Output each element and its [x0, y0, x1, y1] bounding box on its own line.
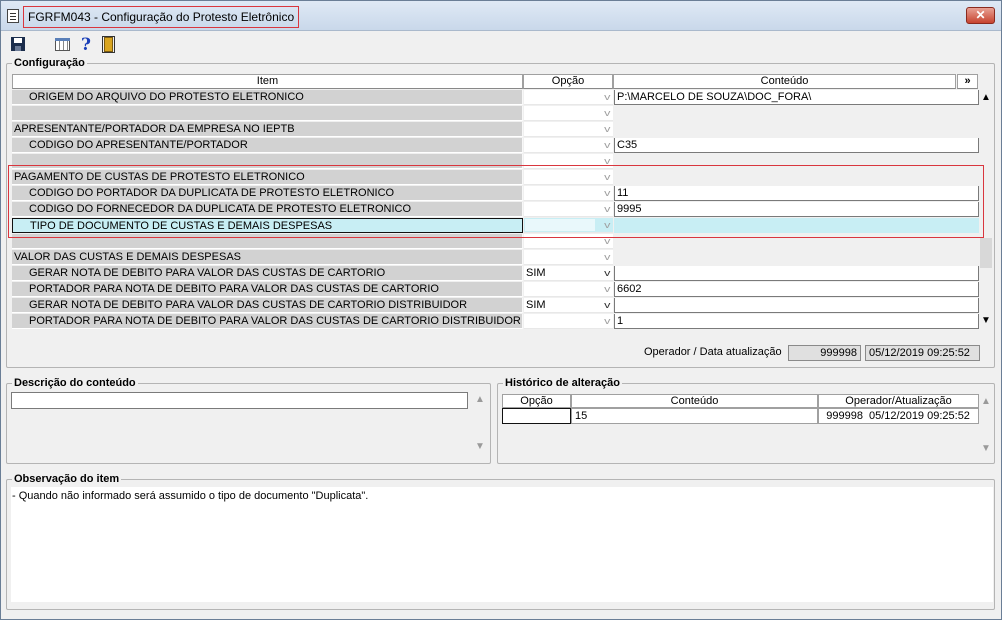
row-content-input[interactable]	[614, 266, 979, 281]
row-item: CODIGO DO APRESENTANTE/PORTADOR	[12, 138, 523, 153]
chevron-down-icon: v	[603, 140, 610, 150]
exit-door-icon[interactable]	[100, 36, 118, 54]
descricao-scrollbar[interactable]: ▲ ▼	[473, 392, 487, 457]
scroll-down-icon[interactable]: ▼	[981, 316, 991, 326]
chevron-down-icon: v	[603, 92, 610, 102]
scroll-down-icon[interactable]: ▼	[981, 444, 991, 454]
chevron-down-icon: v	[603, 108, 610, 118]
hist-col-opcao[interactable]: Opção	[502, 394, 571, 408]
hist-cell-data: 05/12/2019 09:25:52	[866, 408, 979, 424]
row-item: ORIGEM DO ARQUIVO DO PROTESTO ELETRONICO	[12, 90, 523, 105]
toolbar: ?	[1, 32, 1001, 58]
column-header-opcao[interactable]: Opção	[523, 74, 613, 89]
hist-cell-conteudo: 15	[571, 408, 818, 424]
row-content-input[interactable]: P:\MARCELO DE SOUZA\DOC_FORA\	[614, 90, 979, 105]
chevron-down-icon: v	[603, 124, 610, 134]
highlight-rectangle	[8, 165, 984, 238]
observacao-group-title: Observação do item	[12, 473, 122, 485]
hist-cell-opcao	[502, 408, 571, 424]
observacao-text-area[interactable]: - Quando não informado será assumido o t…	[11, 487, 993, 602]
chevron-down-icon: v	[603, 316, 610, 326]
expand-columns-button[interactable]: »	[957, 74, 978, 89]
chevron-down-icon: v	[603, 284, 610, 294]
column-header-conteudo[interactable]: Conteúdo	[613, 74, 956, 89]
row-option-value: SIM	[526, 267, 546, 279]
historico-scrollbar[interactable]: ▲ ▼	[979, 394, 993, 459]
hist-col-operador[interactable]: Operador/Atualização	[818, 394, 979, 408]
chevron-down-icon: v	[603, 252, 610, 262]
operator-date-label: Operador / Data atualização	[644, 346, 782, 358]
row-option-value: SIM	[526, 299, 546, 311]
row-item: PORTADOR PARA NOTA DE DEBITO PARA VALOR …	[12, 314, 523, 329]
row-item: GERAR NOTA DE DEBITO PARA VALOR DAS CUST…	[12, 266, 523, 281]
row-option-select[interactable]: v	[524, 314, 613, 329]
historico-group-title: Histórico de alteração	[503, 377, 622, 389]
title-highlight: FGRFM043 - Configuração do Protesto Elet…	[23, 6, 299, 28]
chevron-down-icon: v	[603, 300, 610, 310]
column-header-item[interactable]: Item	[12, 74, 523, 89]
row-option-select[interactable]: v	[524, 282, 613, 297]
operator-code-field: 999998	[788, 345, 861, 361]
row-option-select[interactable]: SIM v	[524, 298, 613, 313]
config-group-title: Configuração	[12, 57, 87, 69]
row-content-input[interactable]	[614, 298, 979, 313]
row-option-select[interactable]: v	[524, 250, 613, 265]
hist-col-conteudo[interactable]: Conteúdo	[571, 394, 818, 408]
row-item: VALOR DAS CUSTAS E DEMAIS DESPESAS	[12, 250, 523, 265]
scroll-up-icon[interactable]: ▲	[475, 395, 485, 405]
save-icon[interactable]	[10, 36, 28, 54]
calendar-grid-icon[interactable]	[54, 36, 72, 54]
row-option-select[interactable]: v	[524, 138, 613, 153]
chevron-down-icon: v	[603, 268, 610, 278]
help-icon[interactable]: ?	[77, 36, 95, 54]
observacao-text: - Quando não informado será assumido o t…	[12, 490, 369, 502]
row-item: GERAR NOTA DE DEBITO PARA VALOR DAS CUST…	[12, 298, 523, 313]
scroll-up-icon[interactable]: ▲	[981, 93, 991, 103]
row-option-select[interactable]: v	[524, 106, 613, 121]
scroll-up-icon[interactable]: ▲	[981, 397, 991, 407]
row-option-select[interactable]: v	[524, 122, 613, 137]
document-icon	[7, 9, 19, 23]
row-option-select[interactable]: v	[524, 90, 613, 105]
title-bar: FGRFM043 - Configuração do Protesto Elet…	[1, 1, 1001, 31]
descricao-input[interactable]	[11, 392, 468, 409]
row-content-input[interactable]: C35	[614, 138, 979, 153]
row-content-input[interactable]: 1	[614, 314, 979, 329]
row-content-input[interactable]: 6602	[614, 282, 979, 297]
descricao-group-title: Descrição do conteúdo	[12, 377, 138, 389]
row-item: PORTADOR PARA NOTA DE DEBITO PARA VALOR …	[12, 282, 523, 297]
close-button[interactable]: ✕	[966, 7, 995, 24]
updated-at-field: 05/12/2019 09:25:52	[865, 345, 980, 361]
app-window: FGRFM043 - Configuração do Protesto Elet…	[0, 0, 1002, 620]
row-option-select[interactable]: SIM v	[524, 266, 613, 281]
window-title: FGRFM043 - Configuração do Protesto Elet…	[28, 10, 295, 24]
hist-cell-operador: 999998	[818, 408, 866, 424]
row-item: APRESENTANTE/PORTADOR DA EMPRESA NO IEPT…	[12, 122, 523, 137]
scroll-down-icon[interactable]: ▼	[475, 442, 485, 452]
row-item	[12, 106, 523, 121]
scroll-thumb[interactable]	[980, 238, 992, 268]
